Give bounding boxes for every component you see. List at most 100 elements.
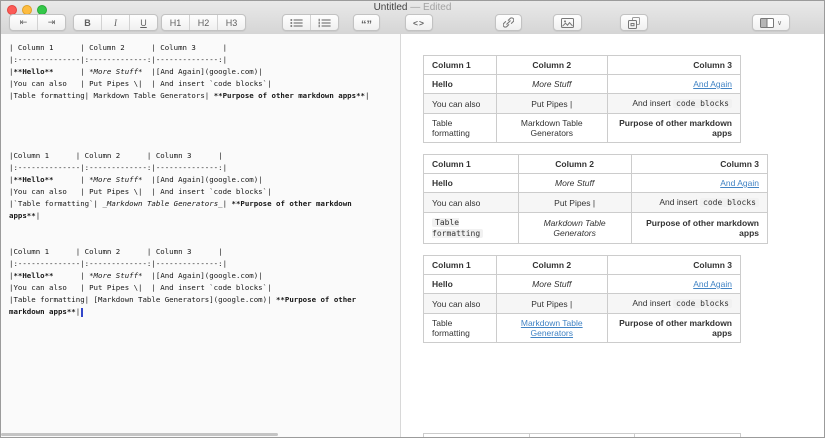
- copy-html-button[interactable]: [620, 14, 648, 31]
- cell-text: You can also: [432, 198, 480, 208]
- shift-group: ⇤ ⇥: [9, 14, 66, 31]
- copy-html-icon: [628, 17, 640, 29]
- h2-button[interactable]: H2: [190, 15, 218, 30]
- table-cell: Put Pipes |: [496, 94, 607, 114]
- editor-segment: |:--------------|:-------------:|-------…: [9, 55, 227, 64]
- code-icon: <>: [413, 18, 425, 28]
- editor-blank-line: [9, 138, 400, 150]
- editor-segment: **Purpose of other markdown apps**: [214, 91, 365, 100]
- table-row: You can alsoPut Pipes |And insert code b…: [424, 94, 741, 114]
- shift-left-icon: ⇤: [20, 17, 28, 28]
- cell-text: Purpose of other markdown apps: [619, 118, 732, 138]
- cell-text: You can also: [432, 99, 480, 109]
- cell-text: Put Pipes |: [554, 198, 595, 208]
- bold-button[interactable]: B: [74, 15, 102, 30]
- chevron-down-icon: ∨: [777, 19, 782, 27]
- ordered-list-icon: [318, 18, 331, 28]
- editor-line: |:--------------|:-------------:|-------…: [9, 54, 400, 66]
- split-view-button[interactable]: ∨: [752, 14, 790, 31]
- table-link[interactable]: And Again: [693, 79, 732, 89]
- format-group: B I U: [73, 14, 158, 31]
- editor-segment: |:--------------|:-------------:|-------…: [9, 259, 227, 268]
- shift-left-button[interactable]: ⇤: [10, 15, 38, 30]
- table-link[interactable]: And Again: [693, 279, 732, 289]
- italic-button[interactable]: I: [102, 15, 130, 30]
- editor-blank-line: [9, 126, 400, 138]
- code-button[interactable]: <>: [405, 14, 433, 31]
- editor-segment: markdown apps**: [9, 307, 76, 316]
- editor-segment: |Table formatting| [Markdown Table Gener…: [9, 295, 276, 304]
- blockquote-button[interactable]: “”: [353, 14, 380, 31]
- preview-table-1: Column 1Column 2Column 3HelloMore StuffA…: [423, 55, 741, 143]
- table-link[interactable]: And Again: [720, 178, 759, 188]
- table-cell: You can also: [424, 94, 497, 114]
- app-window: Untitled — Edited ⇤ ⇥ B I U H1 H2 H3 “” …: [0, 0, 825, 438]
- h1-button[interactable]: H1: [162, 15, 190, 30]
- shift-right-button[interactable]: ⇥: [38, 15, 65, 30]
- editor[interactable]: | Column 1 | Column 2 | Column 3 | |:----…: [1, 34, 400, 318]
- editor-line: markdown apps**|: [9, 306, 400, 318]
- table-cell: Table formatting: [424, 114, 497, 143]
- cell-text: Hello: [432, 79, 453, 89]
- inline-code: code blocks: [673, 99, 732, 108]
- blockquote-icon: “”: [361, 21, 372, 29]
- table-cell: More Stuff: [496, 275, 607, 294]
- table-cell: Purpose of other markdown apps: [631, 213, 767, 244]
- editor-segment: | Column 1 | Column 2 | Column 3 |: [9, 43, 227, 52]
- underline-button[interactable]: U: [130, 15, 157, 30]
- table-header-cell: Column 3: [635, 434, 741, 438]
- editor-segment: _Markdown Table Generators_: [102, 199, 222, 208]
- editor-segment: |`Table formatting`|: [9, 199, 102, 208]
- editor-segment: |:--------------|:-------------:|-------…: [9, 163, 227, 172]
- editor-segment: *More Stuff*: [89, 175, 142, 184]
- table-row: You can alsoPut Pipes |And insert code b…: [424, 193, 768, 213]
- window-title: Untitled — Edited: [1, 2, 824, 13]
- titlebar: Untitled — Edited ⇤ ⇥ B I U H1 H2 H3 “” …: [1, 1, 824, 35]
- table-header-cell: Column 1: [424, 56, 497, 75]
- editor-blank-line: [9, 222, 400, 234]
- image-button[interactable]: [553, 14, 582, 31]
- editor-segment: |: [54, 67, 90, 76]
- table-row: HelloMore StuffAnd Again: [424, 275, 741, 294]
- edited-indicator: — Edited: [407, 2, 451, 13]
- table-cell: And Again: [607, 275, 740, 294]
- editor-segment: apps**: [9, 211, 36, 220]
- table-cell: More Stuff: [496, 75, 607, 94]
- table-cell: And insert code blocks: [607, 294, 740, 314]
- table-link[interactable]: Markdown Table Generators: [521, 318, 583, 338]
- ordered-list-button[interactable]: [311, 15, 338, 30]
- editor-segment: **Hello**: [13, 175, 53, 184]
- editor-segment: *More Stuff*: [89, 67, 142, 76]
- table-cell: Purpose of other markdown apps: [607, 114, 740, 143]
- cell-text: Table formatting: [432, 118, 470, 138]
- editor-segment: |Table formatting| Markdown Table Genera…: [9, 91, 214, 100]
- preview: Column 1Column 2Column 3HelloMore StuffA…: [401, 34, 824, 343]
- table-row: Hello More Stuff And Again: [424, 75, 741, 94]
- cell-text: More Stuff: [555, 178, 594, 188]
- editor-segment: |[And Again](google.com)|: [143, 67, 263, 76]
- link-button[interactable]: [495, 14, 522, 31]
- editor-line: |:--------------|:-------------:|-------…: [9, 162, 400, 174]
- table-cell: Purpose of other markdown apps: [607, 314, 740, 343]
- table-header-cell: Column 3: [631, 155, 767, 174]
- editor-line: |**Hello** | *More Stuff* |[And Again](g…: [9, 174, 400, 186]
- unordered-list-button[interactable]: [283, 15, 311, 30]
- editor-line: apps**|: [9, 210, 400, 222]
- editor-pane: | Column 1 | Column 2 | Column 3 | |:----…: [1, 34, 401, 437]
- table-cell: Hello: [424, 75, 497, 94]
- editor-line: |You can also | Put Pipes \| | And inser…: [9, 282, 400, 294]
- unordered-list-icon: [290, 18, 303, 28]
- cell-text: Markdown Table Generators: [521, 118, 583, 138]
- editor-segment: |Column 1 | Column 2 | Column 3 |: [9, 151, 223, 160]
- editor-segment: |Column 1 | Column 2 | Column 3 |: [9, 247, 223, 256]
- table-header-cell: Column 1: [424, 155, 519, 174]
- table-cell: Markdown Table Generators: [496, 114, 607, 143]
- editor-segment: |: [54, 175, 90, 184]
- table-header-cell: Column 1: [424, 434, 530, 438]
- editor-segment: |You can also | Put Pipes \| | And inser…: [9, 79, 272, 88]
- editor-line: |Column 1 | Column 2 | Column 3 |: [9, 246, 400, 258]
- editor-blank-line: [9, 102, 400, 114]
- horizontal-scrollbar[interactable]: [1, 433, 278, 436]
- h3-button[interactable]: H3: [218, 15, 245, 30]
- image-icon: [561, 18, 574, 28]
